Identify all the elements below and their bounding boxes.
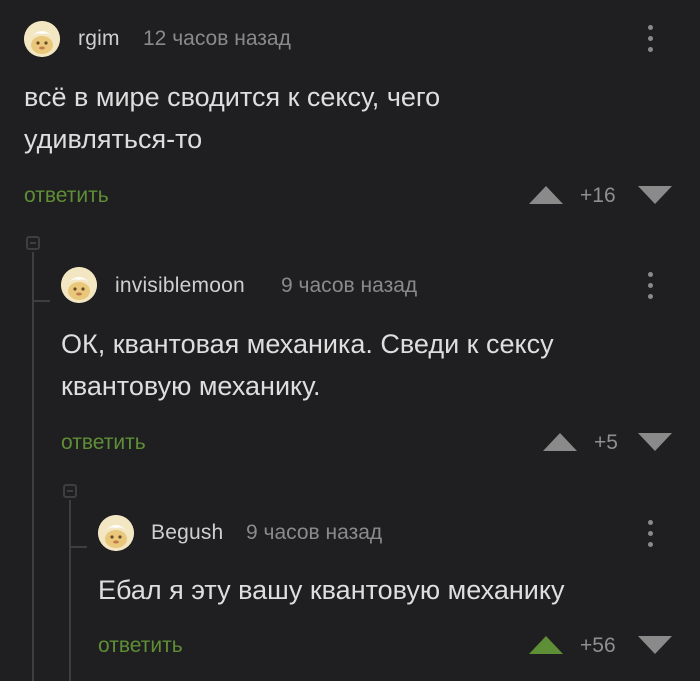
reply-link[interactable]: ответить	[98, 634, 183, 658]
more-vertical-icon[interactable]	[645, 516, 655, 552]
rating: +56	[580, 634, 616, 657]
arrow-down-icon[interactable]	[638, 636, 672, 654]
avatar[interactable]	[98, 515, 134, 551]
username[interactable]: Begush	[151, 521, 223, 545]
timestamp: 9 часов назад	[246, 521, 383, 544]
comment-text: Ебал я эту вашу квантовую механику	[98, 575, 565, 605]
arrow-up-icon[interactable]	[529, 636, 563, 654]
comment: Begush 9 часов назад Ебал я эту вашу ква…	[0, 0, 700, 681]
avatar-image	[98, 515, 134, 551]
